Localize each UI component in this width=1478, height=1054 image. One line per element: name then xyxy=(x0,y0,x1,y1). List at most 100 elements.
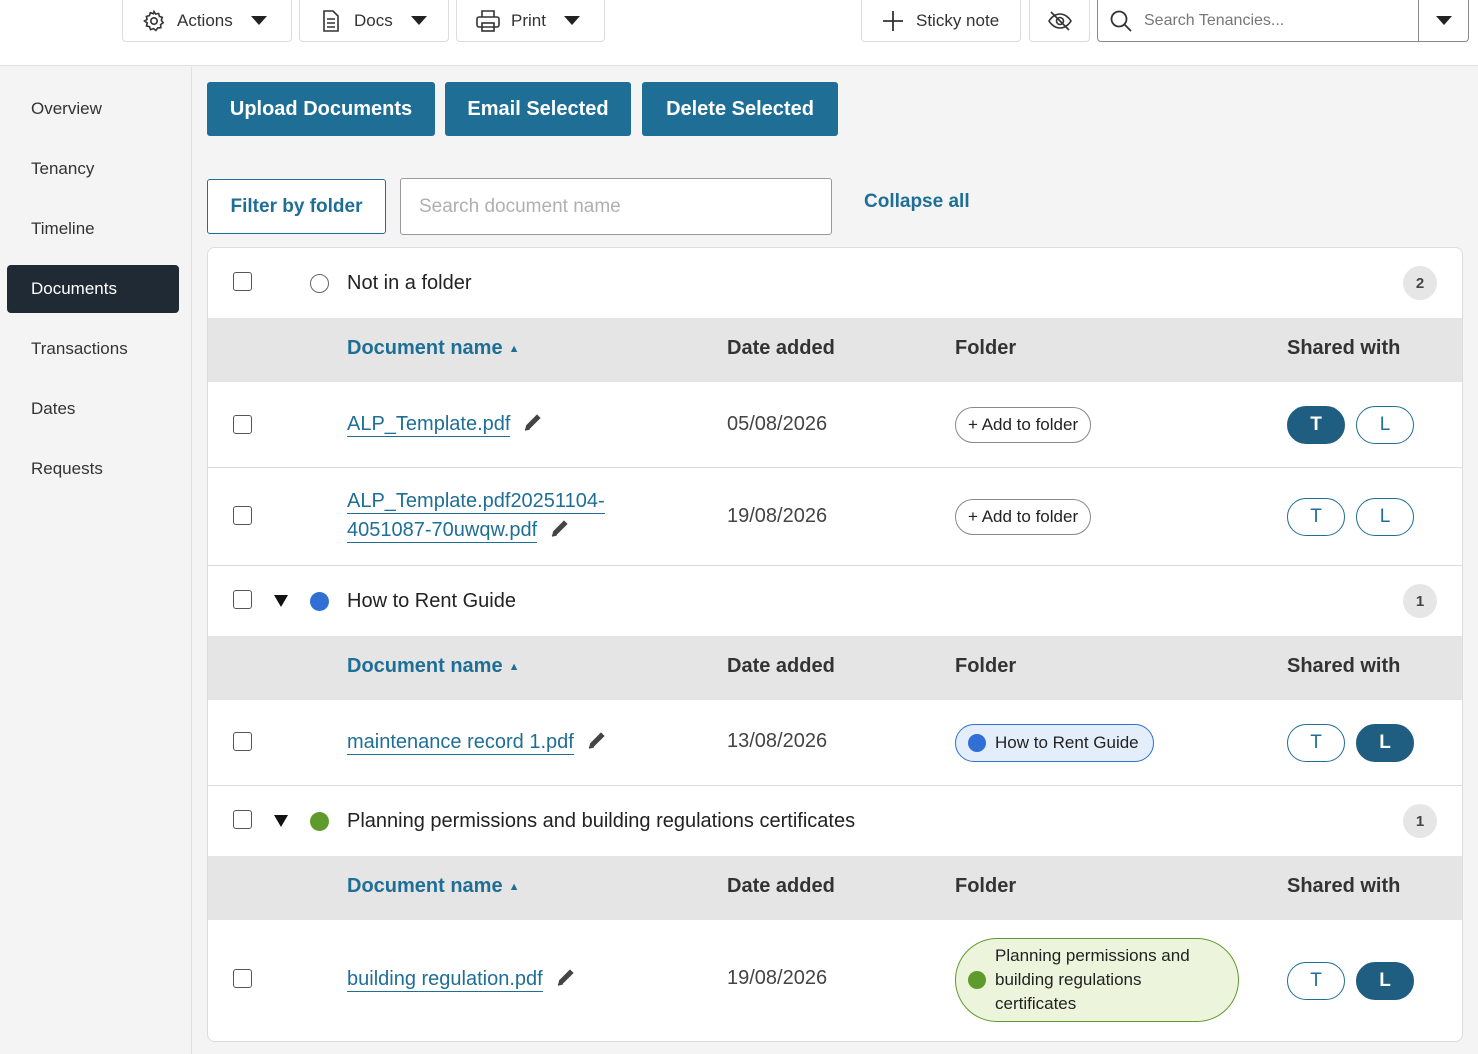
date-added: 13/08/2026 xyxy=(727,730,828,752)
folder-row-not-in-folder: Not in a folder 2 xyxy=(208,248,1462,318)
filter-by-folder-button[interactable]: Filter by folder xyxy=(207,179,386,234)
date-added: 19/08/2026 xyxy=(727,505,828,527)
column-header-document-name[interactable]: Document name ▲ xyxy=(347,875,519,898)
table-row: building regulation.pdf 19/08/2026 Plann… xyxy=(208,920,1462,1041)
sort-ascending-icon: ▲ xyxy=(508,881,520,893)
date-added: 19/08/2026 xyxy=(727,967,828,989)
sidebar-item-overview[interactable]: Overview xyxy=(7,85,179,133)
shared-landlord-toggle[interactable]: L xyxy=(1356,498,1414,536)
column-header-label: Document name xyxy=(347,875,503,897)
sidebar-item-documents[interactable]: Documents xyxy=(7,265,179,313)
column-header-folder: Folder xyxy=(955,875,1017,897)
row-checkbox[interactable] xyxy=(233,506,252,525)
date-added: 05/08/2026 xyxy=(727,413,828,435)
folder-chip-label: How to Rent Guide xyxy=(995,733,1139,752)
column-header-date-added: Date added xyxy=(727,337,835,359)
sticky-note-label: Sticky note xyxy=(916,10,1000,30)
table-row: ALP_Template.pdf20251104- 4051087-70uwqw.… xyxy=(208,468,1462,566)
table-row: maintenance record 1.pdf 13/08/2026 How … xyxy=(208,700,1462,786)
column-header-folder: Folder xyxy=(955,655,1017,677)
folder-chip-how-to-rent-guide[interactable]: How to Rent Guide xyxy=(955,724,1154,762)
shared-tenant-toggle[interactable]: T xyxy=(1287,962,1345,1000)
folder-chip-line: building regulations xyxy=(995,970,1142,989)
folder-color-dot xyxy=(968,734,986,752)
chevron-down-icon xyxy=(410,16,427,25)
pencil-icon[interactable] xyxy=(549,517,571,539)
sidebar-item-timeline[interactable]: Timeline xyxy=(7,205,179,253)
document-search-input[interactable]: Search document name xyxy=(400,178,832,235)
shared-tenant-toggle[interactable]: T xyxy=(1287,724,1345,762)
document-name-link[interactable]: ALP_Template.pdf xyxy=(347,410,544,439)
column-header-label: Document name xyxy=(347,337,503,359)
shared-landlord-toggle[interactable]: L xyxy=(1356,962,1414,1000)
document-name-text[interactable]: 4051087-70uwqw.pdf xyxy=(347,519,538,543)
plus-icon xyxy=(880,8,906,34)
printer-icon xyxy=(475,8,501,34)
docs-label: Docs xyxy=(354,10,393,30)
sticky-note-button[interactable]: Sticky note xyxy=(861,0,1021,42)
chevron-down-icon xyxy=(250,16,267,25)
row-checkbox[interactable] xyxy=(233,732,252,751)
hide-toggle-button[interactable] xyxy=(1029,0,1090,42)
folder-chip-planning-permissions[interactable]: Planning permissions and building regula… xyxy=(955,938,1239,1022)
delete-selected-button[interactable]: Delete Selected xyxy=(642,82,838,136)
top-toolbar: Actions Docs Print Sticky note Search Te… xyxy=(0,0,1478,66)
folder-color-dot xyxy=(968,971,986,989)
column-header-document-name[interactable]: Document name ▲ xyxy=(347,655,519,678)
pencil-icon[interactable] xyxy=(586,729,608,751)
chevron-down-icon xyxy=(563,16,580,25)
print-dropdown[interactable]: Print xyxy=(456,0,605,42)
sidebar-item-transactions[interactable]: Transactions xyxy=(7,325,179,373)
table-header: Document name ▲ Date added Folder Shared … xyxy=(208,636,1462,700)
folder-row-how-to-rent-guide: How to Rent Guide 1 xyxy=(208,566,1462,636)
add-to-folder-button[interactable]: + Add to folder xyxy=(955,499,1092,535)
document-name-link[interactable]: maintenance record 1.pdf xyxy=(347,728,608,757)
email-selected-button[interactable]: Email Selected xyxy=(445,82,631,136)
eye-slash-icon xyxy=(1047,8,1073,34)
folder-checkbox[interactable] xyxy=(233,272,252,291)
column-header-folder: Folder xyxy=(955,337,1017,359)
tenancy-search-input[interactable]: Search Tenancies... xyxy=(1144,12,1418,30)
folder-count-badge: 1 xyxy=(1403,584,1437,618)
collapse-all-link[interactable]: Collapse all xyxy=(864,191,970,213)
folder-count-badge: 1 xyxy=(1403,804,1437,838)
shared-landlord-toggle[interactable]: L xyxy=(1356,406,1414,444)
sidebar-item-requests[interactable]: Requests xyxy=(7,445,179,493)
document-name-text[interactable]: building regulation.pdf xyxy=(347,968,543,992)
column-header-label: Document name xyxy=(347,655,503,677)
add-to-folder-button[interactable]: + Add to folder xyxy=(955,407,1092,443)
document-name-text[interactable]: maintenance record 1.pdf xyxy=(347,731,574,755)
document-name-text[interactable]: ALP_Template.pdf20251104- xyxy=(347,490,605,514)
actions-dropdown[interactable]: Actions xyxy=(122,0,292,42)
document-name-text[interactable]: ALP_Template.pdf xyxy=(347,413,511,437)
sidebar-item-dates[interactable]: Dates xyxy=(7,385,179,433)
folder-checkbox[interactable] xyxy=(233,810,252,829)
documents-main: Upload Documents Email Selected Delete S… xyxy=(192,67,1478,1054)
folder-title: Planning permissions and building regula… xyxy=(347,810,856,832)
document-name-link[interactable]: building regulation.pdf xyxy=(347,965,577,994)
expand-triangle-icon[interactable] xyxy=(274,815,288,827)
shared-landlord-toggle[interactable]: L xyxy=(1356,724,1414,762)
shared-tenant-toggle[interactable]: T xyxy=(1287,498,1345,536)
row-checkbox[interactable] xyxy=(233,415,252,434)
column-header-shared-with: Shared with xyxy=(1287,655,1401,677)
folder-row-planning-permissions: Planning permissions and building regula… xyxy=(208,786,1462,856)
pencil-icon[interactable] xyxy=(522,411,544,433)
document-name-link[interactable]: ALP_Template.pdf20251104- 4051087-70uwqw.… xyxy=(347,487,605,545)
folder-color-dot xyxy=(310,812,329,831)
column-header-date-added: Date added xyxy=(727,875,835,897)
tenancy-search[interactable]: Search Tenancies... xyxy=(1097,0,1469,42)
shared-tenant-toggle[interactable]: T xyxy=(1287,406,1345,444)
folder-chip-label: Planning permissions and building regula… xyxy=(995,944,1190,1016)
column-header-shared-with: Shared with xyxy=(1287,337,1401,359)
docs-dropdown[interactable]: Docs xyxy=(299,0,449,42)
sidebar-item-tenancy[interactable]: Tenancy xyxy=(7,145,179,193)
row-checkbox[interactable] xyxy=(233,969,252,988)
upload-documents-button[interactable]: Upload Documents xyxy=(207,82,435,136)
expand-triangle-icon[interactable] xyxy=(274,595,288,607)
column-header-document-name[interactable]: Document name ▲ xyxy=(347,337,519,360)
folder-checkbox[interactable] xyxy=(233,590,252,609)
search-dropdown-toggle[interactable] xyxy=(1418,0,1468,42)
table-row: ALP_Template.pdf 05/08/2026 + Add to fol… xyxy=(208,382,1462,468)
pencil-icon[interactable] xyxy=(555,966,577,988)
